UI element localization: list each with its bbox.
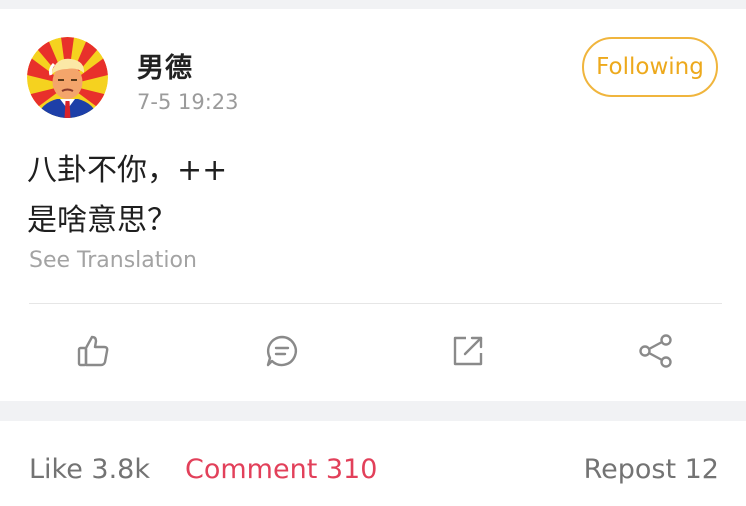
- avatar-image: [27, 37, 108, 118]
- repost-count-tab[interactable]: Repost 12: [584, 454, 719, 485]
- share-icon: [639, 334, 672, 368]
- share-button[interactable]: [636, 327, 676, 375]
- comment-bubble-icon: [266, 335, 297, 367]
- username[interactable]: 男德: [137, 46, 193, 85]
- repost-button[interactable]: [448, 327, 488, 375]
- post-text-line-2: 是啥意思？: [27, 203, 177, 238]
- stats-bar: Like 3.8k Comment 310 Repost 12: [0, 421, 746, 506]
- top-separator: [0, 0, 746, 9]
- divider: [29, 303, 722, 304]
- like-count-tab[interactable]: Like 3.8k: [29, 454, 150, 485]
- post-timestamp: 7-5 19:23: [137, 90, 239, 114]
- like-button[interactable]: [73, 327, 113, 375]
- comment-button[interactable]: [262, 327, 302, 375]
- post-body: 八卦不你，++ 是啥意思？: [27, 146, 227, 246]
- comment-count-tab[interactable]: Comment 310: [185, 454, 377, 485]
- repost-arrow-icon: [453, 336, 483, 366]
- following-button[interactable]: Following: [582, 37, 718, 97]
- post-card: 男德 7-5 19:23 Following 八卦不你，++ 是啥意思？ See…: [0, 9, 746, 401]
- thumbs-up-icon: [77, 335, 109, 367]
- see-translation-link[interactable]: See Translation: [29, 248, 197, 273]
- post-text-line-1: 八卦不你，++: [27, 153, 228, 188]
- section-separator: [0, 401, 746, 421]
- avatar[interactable]: [27, 37, 108, 118]
